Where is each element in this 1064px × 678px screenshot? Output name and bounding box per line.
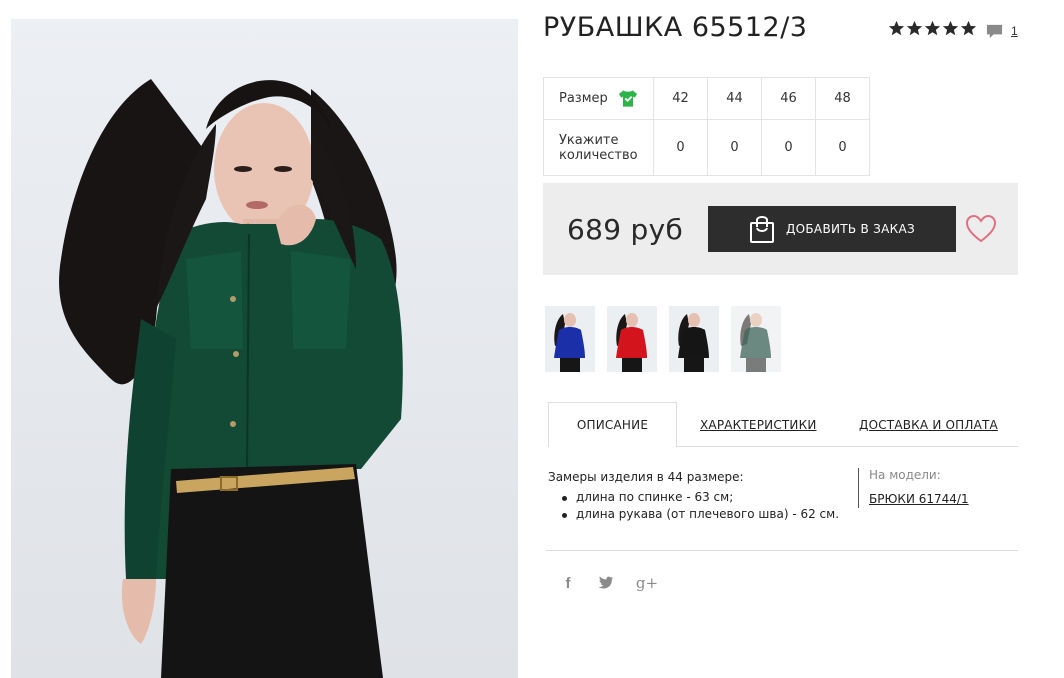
product-info-tabs: ОПИСАНИЕ ХАРАКТЕРИСТИКИ ДОСТАВКА И ОПЛАТ… xyxy=(548,402,1018,447)
thumbnail-image xyxy=(678,313,709,372)
list-item: длина рукава (от плечевого шва) - 62 см. xyxy=(562,506,839,523)
quantity-row: Укажите количество 0 0 0 0 xyxy=(543,119,870,176)
quantity-input[interactable]: 0 xyxy=(653,119,708,176)
shopping-bag-icon xyxy=(749,216,774,243)
on-model-box: На модели: БРЮКИ 61744/1 xyxy=(858,468,969,508)
content-divider xyxy=(546,550,1018,551)
add-to-order-label: ДОБАВИТЬ В ЗАКАЗ xyxy=(785,222,916,236)
quantity-input[interactable]: 0 xyxy=(761,119,816,176)
size-option[interactable]: 46 xyxy=(761,77,816,120)
product-price: 689 руб xyxy=(567,213,684,246)
comment-count-link[interactable]: 1 xyxy=(1011,24,1018,38)
tab-description[interactable]: ОПИСАНИЕ xyxy=(548,402,677,447)
color-thumbnail-green[interactable] xyxy=(731,306,781,372)
tab-characteristics[interactable]: ХАРАКТЕРИСТИКИ xyxy=(700,402,817,447)
product-title: РУБАШКА 65512/3 xyxy=(543,12,808,43)
twitter-icon[interactable] xyxy=(598,576,614,590)
google-plus-icon[interactable]: g+ xyxy=(636,573,658,593)
description-intro: Замеры изделия в 44 размере: xyxy=(548,470,744,484)
facebook-icon[interactable]: f xyxy=(560,573,576,593)
color-thumbnail-black[interactable] xyxy=(669,306,719,372)
star-icon xyxy=(960,20,977,36)
quantity-input[interactable]: 0 xyxy=(707,119,762,176)
size-option[interactable]: 42 xyxy=(653,77,708,120)
color-thumbnail-blue[interactable] xyxy=(545,306,595,372)
thumbnail-image xyxy=(554,313,585,372)
size-label-cell: Размер xyxy=(543,77,654,120)
on-model-label: На модели: xyxy=(869,468,941,482)
size-row: Размер 42 44 46 48 xyxy=(543,77,870,120)
star-icon xyxy=(906,20,923,36)
size-option[interactable]: 48 xyxy=(815,77,870,120)
size-option[interactable]: 44 xyxy=(707,77,762,120)
star-icon xyxy=(924,20,941,36)
description-panel: Замеры изделия в 44 размере: длина по сп… xyxy=(548,470,839,523)
star-icon xyxy=(888,20,905,36)
add-to-order-button[interactable]: ДОБАВИТЬ В ЗАКАЗ xyxy=(708,206,956,252)
thumbnail-image xyxy=(731,306,781,372)
size-label: Размер xyxy=(559,91,608,106)
thumbnail-image xyxy=(616,313,647,372)
tab-delivery-payment[interactable]: ДОСТАВКА И ОПЛАТА xyxy=(859,402,998,447)
measurements-list: длина по спинке - 63 см; длина рукава (о… xyxy=(548,489,839,523)
comment-icon[interactable] xyxy=(986,23,1003,40)
size-quantity-table: Размер 42 44 46 48 Укажите количество 0 … xyxy=(543,77,870,176)
wishlist-heart-icon[interactable] xyxy=(966,215,996,243)
on-model-product-link[interactable]: БРЮКИ 61744/1 xyxy=(869,492,969,506)
color-thumbnail-red[interactable] xyxy=(607,306,657,372)
model-illustration xyxy=(59,79,403,678)
size-chart-shirt-icon[interactable] xyxy=(618,89,638,108)
color-variant-thumbnails xyxy=(545,306,781,372)
star-icon xyxy=(942,20,959,36)
product-rating[interactable] xyxy=(888,20,977,37)
list-item: длина по спинке - 63 см; xyxy=(562,489,839,506)
social-share: f g+ xyxy=(560,573,659,593)
quantity-label: Укажите количество xyxy=(543,119,654,176)
product-main-image[interactable] xyxy=(11,19,518,678)
order-panel: 689 руб ДОБАВИТЬ В ЗАКАЗ xyxy=(543,183,1018,275)
quantity-input[interactable]: 0 xyxy=(815,119,870,176)
